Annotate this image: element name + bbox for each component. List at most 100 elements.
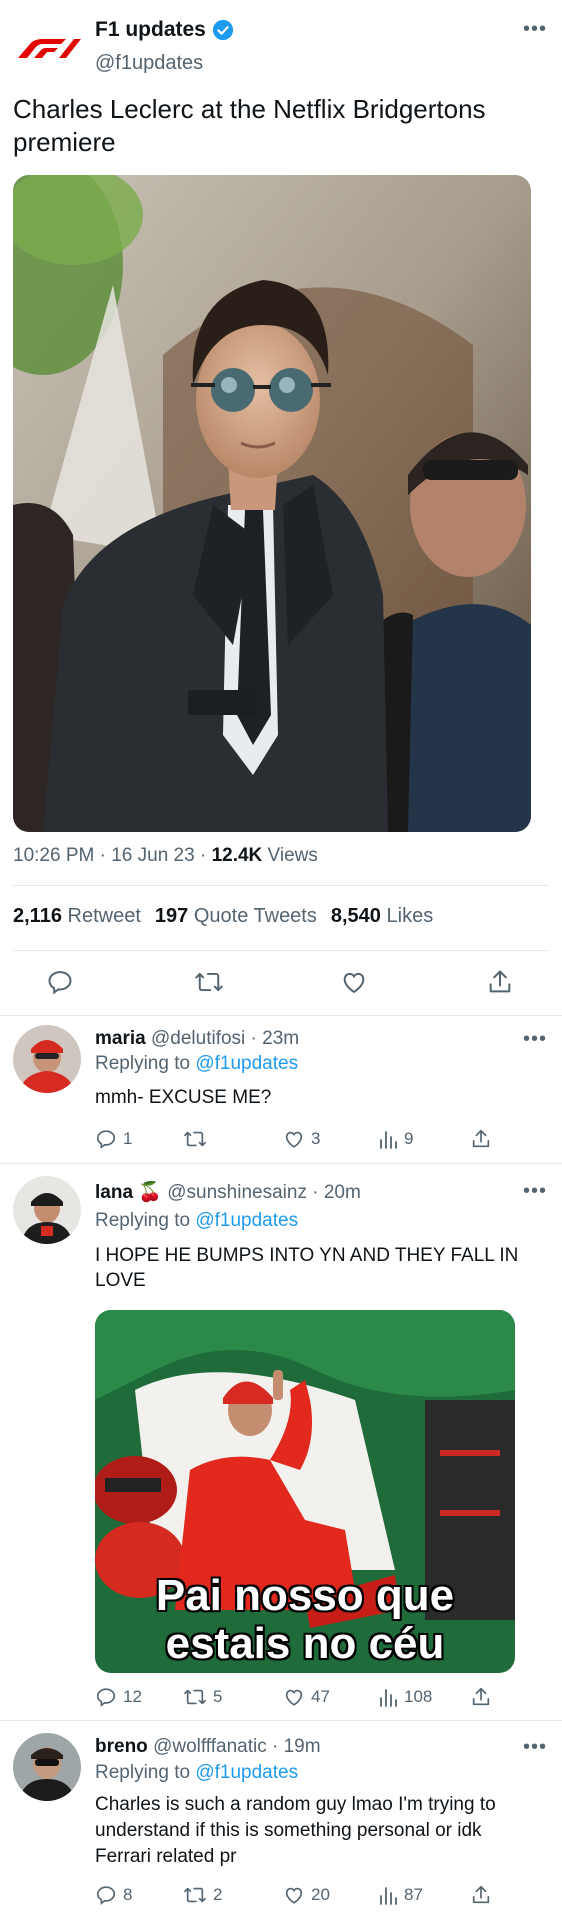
views-label: Views bbox=[262, 845, 318, 866]
reply-action-retweet[interactable] bbox=[183, 1128, 213, 1150]
share-icon[interactable] bbox=[470, 1128, 492, 1150]
reply-icon[interactable] bbox=[46, 968, 74, 996]
more-options-icon[interactable]: ••• bbox=[523, 1028, 547, 1051]
likes-stat[interactable]: 8,540 Likes bbox=[331, 905, 433, 928]
reply-action-views[interactable]: 108 bbox=[378, 1686, 432, 1708]
reply-author-row: breno @wolfffanatic · 19m bbox=[95, 1736, 321, 1758]
reply-author-handle[interactable]: @delutifosi · 23m bbox=[151, 1028, 299, 1049]
avatar-image bbox=[13, 1733, 81, 1801]
tweet-photo[interactable] bbox=[13, 175, 531, 832]
reply-icon bbox=[96, 1130, 116, 1149]
replying-to-prefix: Replying to bbox=[95, 1762, 196, 1783]
replying-to-prefix: Replying to bbox=[95, 1210, 196, 1231]
retweets-count: 2,116 bbox=[13, 905, 62, 927]
retweets-label: Retweet bbox=[67, 905, 141, 927]
reply-meme-image[interactable]: Pai nosso que estais no céu bbox=[95, 1310, 515, 1673]
f1-logo-avatar[interactable] bbox=[14, 36, 84, 60]
reply-action-views[interactable]: 9 bbox=[378, 1128, 413, 1150]
meme-caption-line-1: Pai nosso que bbox=[155, 1571, 455, 1620]
reply-action-retweet[interactable]: 2 bbox=[183, 1884, 222, 1906]
views-count: 108 bbox=[404, 1687, 433, 1706]
avatar[interactable] bbox=[13, 1025, 81, 1093]
tweet-timestamp[interactable]: 10:26 PM · 16 Jun 23 · bbox=[13, 845, 212, 866]
reply-author-handle[interactable]: @sunshinesainz · 20m bbox=[167, 1182, 361, 1203]
reply-icon bbox=[96, 1886, 116, 1905]
separator bbox=[0, 1720, 562, 1721]
like-icon bbox=[285, 1131, 303, 1148]
separator bbox=[0, 1163, 562, 1164]
meme-caption-line-2: estais no céu bbox=[165, 1619, 445, 1668]
replying-to-line: Replying to @f1updates bbox=[95, 1210, 298, 1232]
tweet-meta: 10:26 PM · 16 Jun 23 · 12.4K Views bbox=[13, 845, 318, 867]
tweet-text: Charles Leclerc at the Netflix Bridgerto… bbox=[13, 94, 486, 157]
verified-badge-icon bbox=[212, 19, 233, 41]
reply-icon bbox=[96, 1688, 116, 1707]
separator bbox=[0, 1015, 562, 1016]
reply-action-reply[interactable]: 8 bbox=[95, 1884, 132, 1906]
quotes-label: Quote Tweets bbox=[193, 905, 317, 927]
quotes-stat[interactable]: 197 Quote Tweets bbox=[155, 905, 317, 928]
reply-text: Charles is such a random guy lmao I'm tr… bbox=[95, 1794, 496, 1867]
like-count: 47 bbox=[311, 1687, 330, 1706]
views-icon bbox=[380, 1689, 397, 1707]
quotes-count: 197 bbox=[154, 905, 189, 927]
replying-to-link[interactable]: @f1updates bbox=[195, 1762, 298, 1783]
share-icon[interactable] bbox=[486, 968, 514, 996]
views-icon bbox=[380, 1887, 397, 1905]
replying-to-link[interactable]: @f1updates bbox=[195, 1210, 298, 1231]
replying-to-link[interactable]: @f1updates bbox=[195, 1053, 298, 1074]
retweet-count: 5 bbox=[213, 1687, 223, 1706]
like-icon[interactable] bbox=[340, 968, 368, 996]
share-icon[interactable] bbox=[470, 1884, 492, 1906]
reply-author-handle[interactable]: @wolfffanatic · 19m bbox=[153, 1736, 321, 1757]
reply-author-name[interactable]: lana 🍒 bbox=[95, 1182, 162, 1203]
retweet-icon bbox=[184, 1689, 206, 1705]
like-icon bbox=[285, 1689, 303, 1706]
f1-logo-icon bbox=[18, 39, 81, 58]
reply-action-like[interactable]: 3 bbox=[283, 1128, 320, 1150]
reply-count: 1 bbox=[123, 1129, 133, 1148]
author-handle[interactable]: @f1updates bbox=[95, 52, 203, 75]
reply-count: 8 bbox=[123, 1885, 133, 1904]
tweet-detail-page: F1 updates @f1updates ••• Charles Lecler… bbox=[0, 0, 562, 1920]
replying-to-line: Replying to @f1updates bbox=[95, 1053, 298, 1075]
photo-illustration bbox=[13, 175, 531, 832]
retweet-icon[interactable] bbox=[194, 968, 224, 996]
views-icon bbox=[380, 1131, 397, 1149]
more-options-icon[interactable]: ••• bbox=[523, 18, 547, 41]
retweets-stat[interactable]: 2,116 Retweet bbox=[13, 905, 141, 928]
replying-to-prefix: Replying to bbox=[95, 1053, 196, 1074]
retweet-count: 2 bbox=[213, 1885, 223, 1904]
avatar[interactable] bbox=[13, 1176, 81, 1244]
divider bbox=[13, 885, 549, 886]
like-icon bbox=[285, 1887, 303, 1904]
reply-action-reply[interactable]: 12 bbox=[95, 1686, 142, 1708]
views-count: 9 bbox=[404, 1129, 414, 1148]
reply-action-like[interactable]: 20 bbox=[283, 1884, 330, 1906]
replying-to-line: Replying to @f1updates bbox=[95, 1762, 298, 1784]
like-count: 3 bbox=[311, 1129, 321, 1148]
reply-author-name[interactable]: maria bbox=[95, 1028, 146, 1049]
avatar-image bbox=[13, 1025, 81, 1093]
reply-author-row: maria @delutifosi · 23m bbox=[95, 1028, 299, 1050]
reply-action-views[interactable]: 87 bbox=[378, 1884, 423, 1906]
likes-count: 8,540 bbox=[330, 905, 381, 927]
avatar[interactable] bbox=[13, 1733, 81, 1801]
author-name-row[interactable]: F1 updates bbox=[95, 18, 234, 42]
reply-action-retweet[interactable]: 5 bbox=[183, 1686, 222, 1708]
share-icon[interactable] bbox=[470, 1686, 492, 1708]
author-name[interactable]: F1 updates bbox=[95, 18, 206, 42]
more-options-icon[interactable]: ••• bbox=[523, 1180, 547, 1203]
reply-action-reply[interactable]: 1 bbox=[95, 1128, 132, 1150]
engagement-stats: 2,116 Retweet 197 Quote Tweets 8,540 Lik… bbox=[13, 905, 433, 928]
reply-text: mmh- EXCUSE ME? bbox=[95, 1087, 272, 1108]
reply-action-like[interactable]: 47 bbox=[283, 1686, 330, 1708]
avatar-image bbox=[13, 1176, 81, 1244]
retweet-icon bbox=[184, 1131, 206, 1147]
more-options-icon[interactable]: ••• bbox=[523, 1736, 547, 1759]
likes-label: Likes bbox=[386, 905, 434, 927]
tweet-action-bar bbox=[0, 960, 562, 1004]
retweet-icon bbox=[184, 1887, 206, 1903]
like-count: 20 bbox=[311, 1885, 330, 1904]
reply-author-name[interactable]: breno bbox=[95, 1736, 148, 1757]
